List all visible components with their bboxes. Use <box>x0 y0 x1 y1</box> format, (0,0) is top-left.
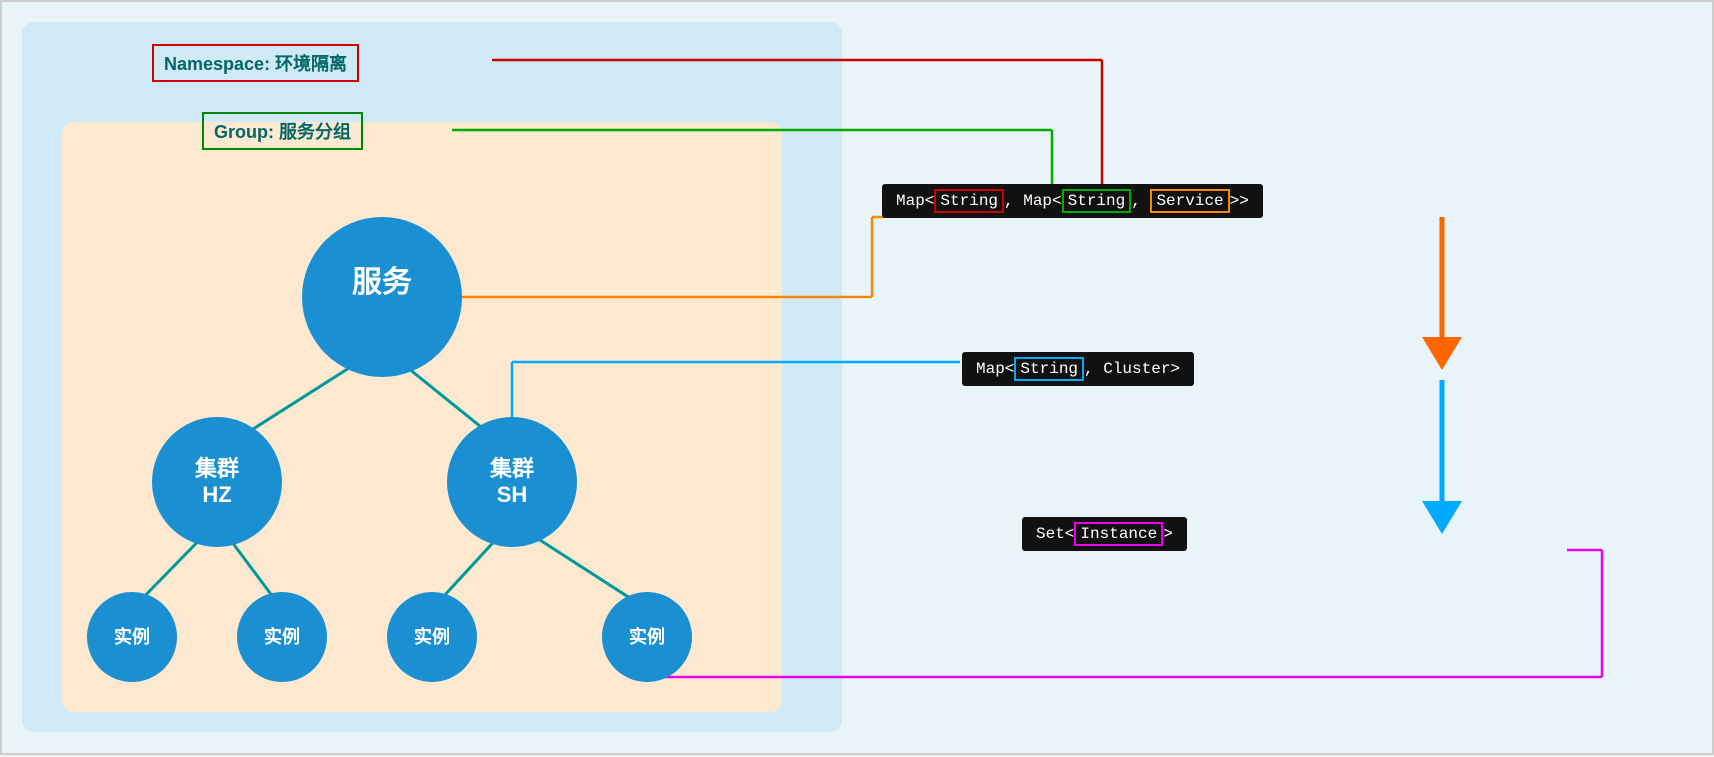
group-label: Group: 服务分组 <box>202 112 363 150</box>
string-green: String <box>1062 189 1132 213</box>
main-container: Namespace: 环境隔离 Group: 服务分组 <box>0 0 1714 755</box>
code-box-map-string-cluster: Map<String, Cluster> <box>962 352 1194 386</box>
code-box-map-string-service: Map<String, Map<String, Service>> <box>882 184 1263 218</box>
namespace-label: Namespace: 环境隔离 <box>152 44 359 82</box>
string-red: String <box>934 189 1004 213</box>
inner-background <box>62 122 782 712</box>
string-cyan: String <box>1014 357 1084 381</box>
instance-magenta: Instance <box>1074 522 1163 546</box>
service-orange: Service <box>1150 189 1229 213</box>
code-box-set-instance: Set<Instance> <box>1022 517 1187 551</box>
